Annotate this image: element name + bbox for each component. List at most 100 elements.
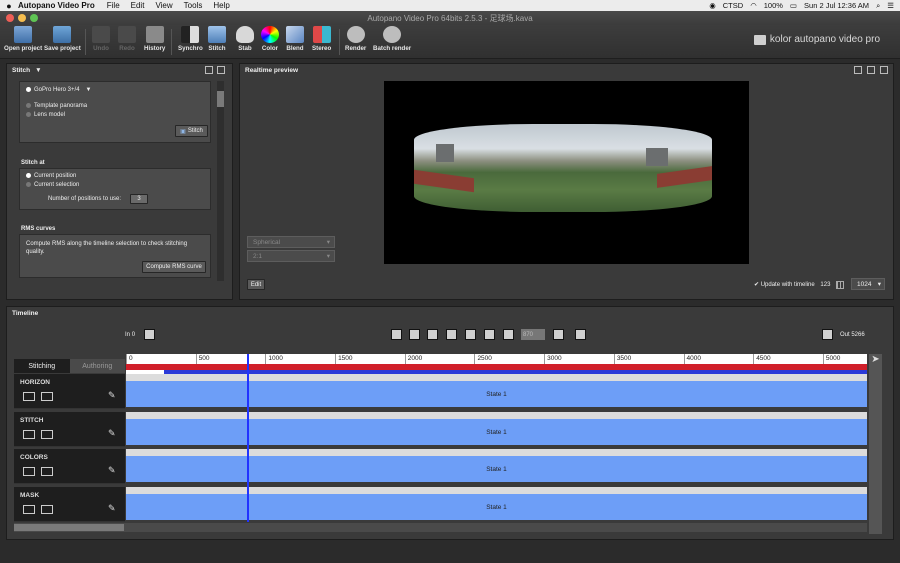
playhead[interactable] [247,354,250,522]
next-keyframe-icon[interactable] [41,467,53,476]
next-keyframe-icon[interactable] [41,505,53,514]
tab-authoring[interactable]: Authoring [69,359,125,373]
add-keyframe-icon[interactable] [23,467,35,476]
menu-ctsd[interactable]: CTSD [723,1,743,10]
num-positions-stepper[interactable]: 3 [130,194,148,204]
scrollbar-thumb[interactable] [14,524,124,531]
close-window-button[interactable] [6,14,14,22]
next-keyframe-icon[interactable] [484,329,495,340]
template-radio[interactable] [26,103,31,108]
preview-canvas[interactable] [384,81,749,264]
wrench-icon[interactable]: ✎ [108,428,116,439]
stitch-button[interactable]: ▣ Stitch [175,125,208,137]
battery-percent[interactable]: 100% [764,1,783,10]
timeline-vertical-scrollbar[interactable]: ➤ [869,354,882,534]
blend-button[interactable]: Blend [286,26,304,52]
current-position-option[interactable]: Current position [26,173,76,179]
state-block[interactable]: State 1 [126,456,867,482]
add-keyframe-icon[interactable] [23,505,35,514]
close-panel-icon[interactable] [880,66,888,74]
state-block[interactable]: State 1 [126,419,867,445]
track-header-mask[interactable]: MASK ✎ [14,487,125,522]
apple-icon[interactable]: ● [0,1,18,11]
close-panel-icon[interactable] [217,66,225,74]
next-keyframe-icon[interactable] [41,430,53,439]
preset-radio[interactable] [26,87,31,92]
grid-icon[interactable] [836,281,844,289]
checkbox-checked-icon[interactable]: ✔ [754,282,759,288]
projection-select[interactable]: Spherical ▾ [247,236,335,248]
add-keyframe-icon[interactable] [23,392,35,401]
position-radio[interactable] [26,173,31,178]
ratio-select[interactable]: 2:1 ▾ [247,250,335,262]
frame-input[interactable]: 870 [521,329,545,340]
resolution-select[interactable]: 1024 ▾ [851,278,885,290]
play-icon[interactable] [446,329,457,340]
wrench-icon[interactable]: ✎ [108,390,116,401]
wrench-icon[interactable]: ✎ [108,465,116,476]
minimize-window-button[interactable] [18,14,26,22]
template-panorama-option[interactable]: Template panorama [26,103,87,109]
synchro-button[interactable]: Synchro [178,26,203,52]
undo-button[interactable]: Undo [92,26,110,52]
tab-stitching[interactable]: Stitching [14,359,70,373]
popout-icon[interactable] [205,66,213,74]
lens-model-option[interactable]: Lens model [26,112,65,118]
track-header-stitch[interactable]: STITCH ✎ [14,412,125,447]
set-out-button[interactable] [822,329,833,340]
menu-help[interactable]: Help [213,1,229,10]
stereo-button[interactable]: Stereo [312,26,331,52]
edit-button[interactable]: Edit [247,279,265,290]
timeline-ruler[interactable]: 0 500 1000 1500 2000 2500 3000 3500 4000 4500 5000 [126,354,867,364]
chevron-down-icon[interactable]: ▼ [86,87,92,93]
step-forward-icon[interactable] [465,329,476,340]
loop-icon[interactable] [575,329,586,340]
color-button[interactable]: Color [261,26,279,52]
open-project-button[interactable]: Open project [4,26,42,52]
go-to-in-icon[interactable] [391,329,402,340]
track-header-colors[interactable]: COLORS ✎ [14,449,125,484]
previous-keyframe-icon[interactable] [409,329,420,340]
menu-tools[interactable]: Tools [184,1,203,10]
scrollbar[interactable] [217,81,224,281]
expand-icon[interactable] [867,66,875,74]
wrench-icon[interactable]: ✎ [108,503,116,514]
render-button[interactable]: Render [345,26,366,52]
wifi-icon[interactable]: ◠ [750,1,757,10]
stitch-button-toolbar[interactable]: Stitch [208,26,226,52]
menu-file[interactable]: File [107,1,120,10]
list-icon[interactable]: ☰ [887,1,894,10]
go-to-out-icon[interactable] [503,329,514,340]
redo-button[interactable]: Redo [118,26,136,52]
status-icon[interactable]: ◉ [709,1,716,10]
history-button[interactable]: History [144,26,165,52]
preset-selector[interactable]: GoPro Hero 3+/4 ▼ [26,87,91,93]
popout-icon[interactable] [854,66,862,74]
menu-view[interactable]: View [155,1,172,10]
set-in-button[interactable] [144,329,155,340]
zoom-window-button[interactable] [30,14,38,22]
timeline-horizontal-scrollbar[interactable] [14,523,867,532]
search-icon[interactable]: ⌕ [876,1,880,11]
snapshot-icon[interactable] [553,329,564,340]
selection-radio[interactable] [26,182,31,187]
current-selection-option[interactable]: Current selection [26,182,79,188]
battery-icon[interactable]: ▭ [790,1,797,10]
state-block[interactable]: State 1 [126,494,867,520]
stab-button[interactable]: Stab [236,26,254,52]
scrollbar-thumb[interactable] [217,91,224,107]
batch-render-button[interactable]: Batch render [373,26,411,52]
next-keyframe-icon[interactable] [41,392,53,401]
state-block[interactable]: State 1 [126,381,867,407]
chevron-down-icon[interactable]: ▼ [35,67,41,74]
save-project-button[interactable]: Save project [44,26,81,52]
step-back-icon[interactable] [427,329,438,340]
menu-app-name[interactable]: Autopano Video Pro [18,1,95,10]
track-header-horizon[interactable]: HORIZON ✎ [14,374,125,409]
lens-radio[interactable] [26,112,31,117]
update-with-timeline-checkbox[interactable]: ✔ Update with timeline 123 [754,281,830,288]
add-keyframe-icon[interactable] [23,430,35,439]
compute-rms-button[interactable]: Compute RMS curve [142,261,206,273]
menu-edit[interactable]: Edit [131,1,145,10]
clock[interactable]: Sun 2 Jul 12:36 AM [804,1,869,10]
